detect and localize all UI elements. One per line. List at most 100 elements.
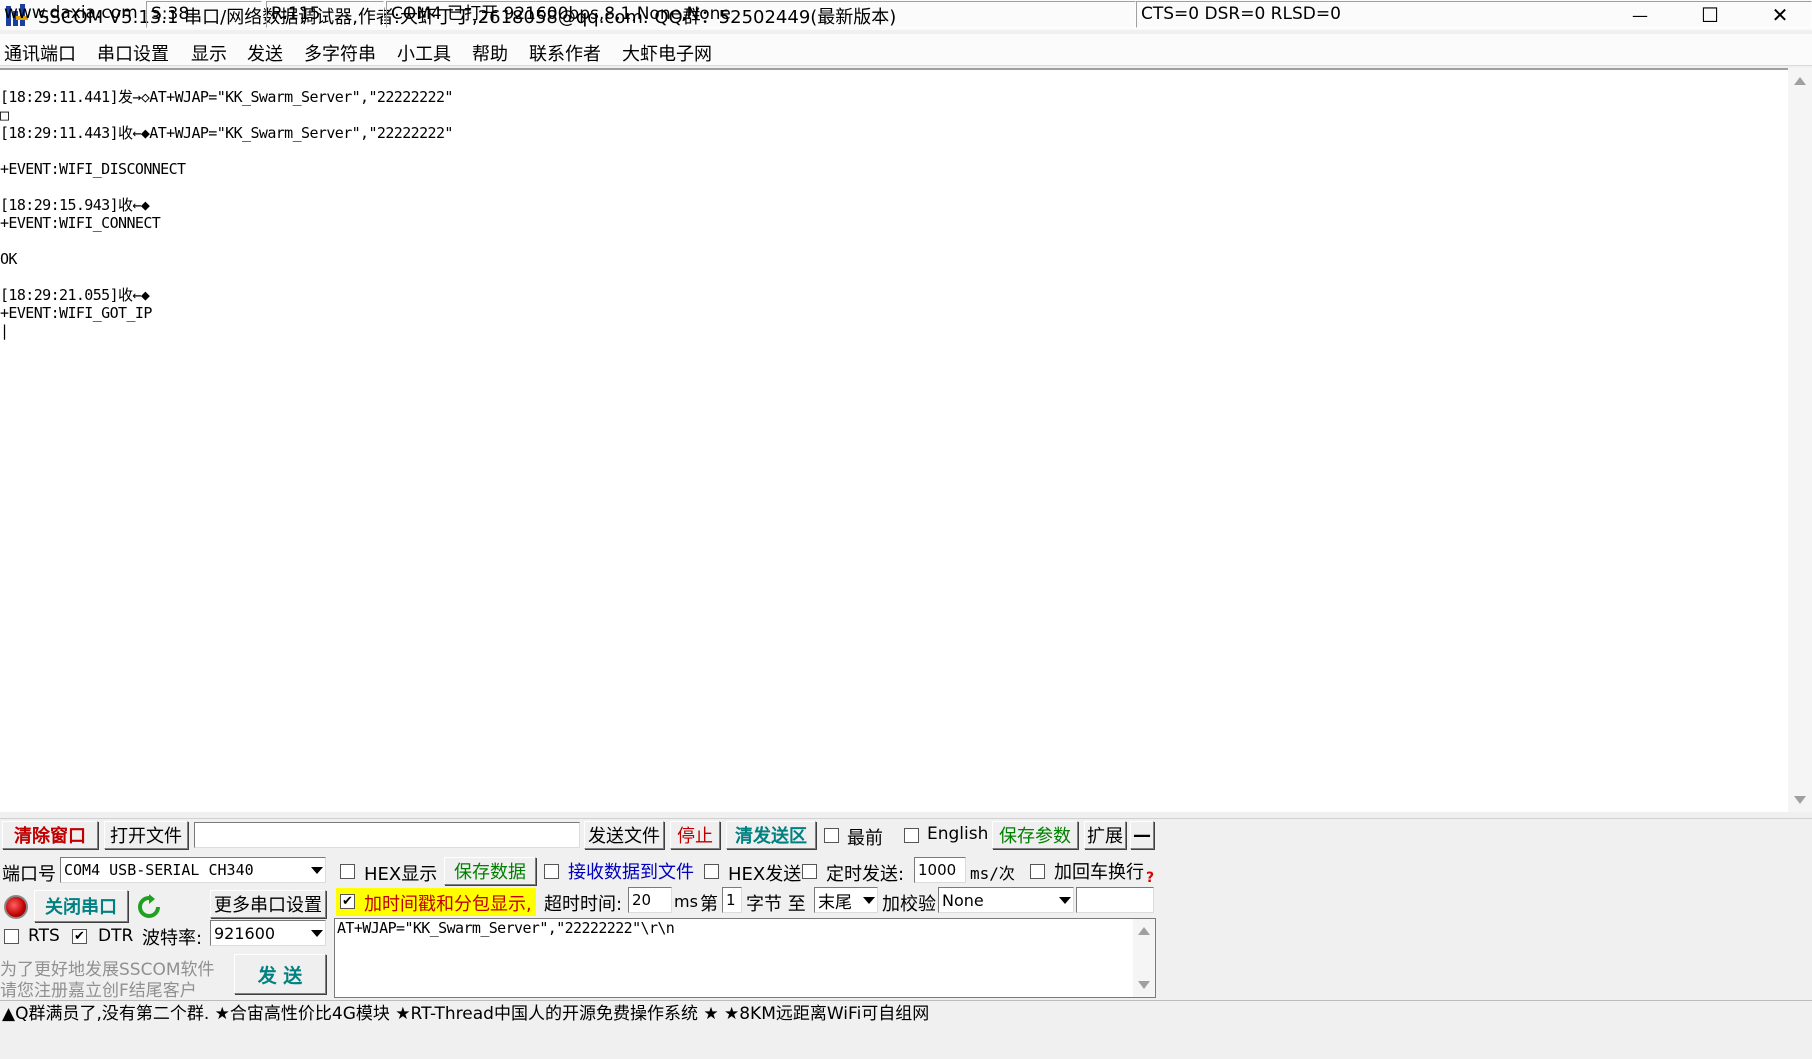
menu-tools[interactable]: 小工具 (397, 40, 451, 66)
log-line: +EVENT:WIFI_CONNECT (0, 214, 161, 232)
english-checkbox[interactable] (904, 828, 919, 843)
stop-button[interactable]: 停止 (670, 821, 720, 849)
baud-rate-value: 921600 (214, 923, 276, 943)
log-line: [18:29:11.441]发→◇AT+WJAP="KK_Swarm_Serve… (0, 88, 453, 106)
status-website[interactable]: www.daxia.com (0, 1, 144, 28)
log-line: OK (0, 250, 17, 268)
save-params-button[interactable]: 保存参数 (992, 821, 1078, 849)
clear-window-button[interactable]: 清除窗口 (2, 821, 98, 849)
receive-area[interactable]: [18:29:11.441]发→◇AT+WJAP="KK_Swarm_Serve… (0, 68, 1788, 812)
open-file-button[interactable]: 打开文件 (104, 821, 188, 849)
status-sent-count: S:38 (146, 1, 262, 28)
timeout-unit-label: ms (674, 892, 698, 911)
log-line: □ (0, 106, 9, 124)
status-port-info: COM4 已打开 921600bps,8,1,None,None (386, 1, 1136, 28)
clear-send-button[interactable]: 清发送区 (726, 821, 816, 849)
dtr-label: DTR (98, 926, 134, 946)
rts-checkbox[interactable] (4, 929, 19, 944)
menu-display[interactable]: 显示 (191, 40, 227, 66)
promo-line-2: 请您注册嘉立创F结尾客户 (0, 981, 197, 1001)
log-line: +EVENT:WIFI_DISCONNECT (0, 160, 186, 178)
menu-daxia-site[interactable]: 大虾电子网 (622, 40, 712, 66)
checksum-select[interactable]: None (938, 887, 1074, 913)
dtr-checkbox[interactable]: ✔ (72, 929, 87, 944)
more-serial-settings-button[interactable]: 更多串口设置 (210, 890, 326, 918)
chevron-down-icon (311, 930, 323, 937)
collapse-button[interactable]: — (1130, 821, 1154, 849)
byte-end-value: 末尾 (818, 892, 852, 913)
rts-label: RTS (28, 926, 60, 946)
scroll-down-icon[interactable] (1138, 981, 1150, 989)
menu-comm-port[interactable]: 通讯端口 (4, 40, 76, 66)
menu-serial-settings[interactable]: 串口设置 (97, 40, 169, 66)
timestamp-checkbox[interactable]: ✔ (340, 894, 355, 909)
byte-index-input[interactable]: 1 (722, 887, 742, 913)
scroll-up-icon[interactable] (1138, 927, 1150, 935)
timestamp-label: 加时间戳和分包显示, (364, 894, 532, 915)
status-modem-lines: CTS=0 DSR=0 RLSD=0 (1136, 1, 1812, 28)
english-label: English (927, 824, 989, 844)
byte-prefix-label: 第 (700, 894, 718, 915)
chevron-down-icon (863, 897, 875, 904)
baud-rate-select[interactable]: 921600 (210, 920, 326, 946)
status-bar (0, 1030, 1812, 1059)
log-line: | (0, 322, 9, 340)
expand-button[interactable]: 扩展 (1084, 821, 1126, 849)
hex-send-label: HEX发送 (728, 864, 802, 885)
menu-help[interactable]: 帮助 (472, 40, 508, 66)
send-text: AT+WJAP="KK_Swarm_Server","22222222"\r\n (337, 919, 675, 937)
log-line: [18:29:21.055]收←◆ (0, 286, 150, 304)
log-line: [18:29:11.443]收←◆AT+WJAP="KK_Swarm_Serve… (0, 124, 453, 142)
interval-unit-label: ms/次 (970, 864, 1015, 883)
chevron-down-icon (311, 867, 323, 874)
save-data-button[interactable]: 保存数据 (444, 857, 536, 885)
timeout-input[interactable]: 20 (628, 887, 672, 913)
checksum-label: 加校验 (882, 894, 936, 915)
log-line: [18:29:15.943]收←◆ (0, 196, 150, 214)
close-port-button[interactable]: 关闭串口 (34, 890, 128, 922)
port-select-value: COM4 USB-SERIAL CH340 (64, 861, 254, 879)
hex-send-checkbox[interactable] (704, 864, 719, 879)
file-path-input[interactable] (194, 822, 580, 848)
interval-input[interactable]: 1000 (914, 857, 966, 883)
timed-send-checkbox[interactable] (802, 864, 817, 879)
status-received-count: R:115 (266, 1, 384, 28)
checksum-result-field (1076, 887, 1154, 913)
hex-display-checkbox[interactable] (340, 864, 355, 879)
add-crlf-checkbox[interactable] (1030, 864, 1045, 879)
receive-log: [18:29:11.441]发→◇AT+WJAP="KK_Swarm_Serve… (0, 88, 453, 340)
add-crlf-label: 加回车换行 (1054, 862, 1144, 883)
menu-multi-string[interactable]: 多字符串 (304, 40, 376, 66)
receive-scrollbar[interactable] (1788, 68, 1812, 812)
port-status-led-icon (4, 895, 28, 919)
byte-suffix-label: 字节 至 (746, 894, 806, 915)
send-file-button[interactable]: 发送文件 (584, 821, 664, 849)
news-ticker[interactable]: ▲Q群满员了,没有第二个群. ★合宙高性价比4G模块 ★RT-Thread中国人… (0, 1000, 1812, 1028)
checksum-value: None (942, 890, 984, 910)
help-question-icon[interactable]: ? (1146, 870, 1154, 886)
timed-send-label: 定时发送: (826, 864, 905, 885)
log-line: +EVENT:WIFI_GOT_IP (0, 304, 152, 322)
receive-to-file-label: 接收数据到文件 (568, 862, 694, 883)
byte-end-select[interactable]: 末尾 (814, 887, 878, 913)
baud-rate-label: 波特率: (142, 928, 203, 949)
receive-to-file-checkbox[interactable] (544, 864, 559, 879)
send-scrollbar[interactable] (1133, 919, 1155, 997)
topmost-label: 最前 (847, 828, 883, 849)
port-select[interactable]: COM4 USB-SERIAL CH340 (60, 857, 326, 883)
send-textarea[interactable]: AT+WJAP="KK_Swarm_Server","22222222"\r\n (334, 918, 1156, 998)
scroll-up-icon[interactable] (1794, 77, 1806, 85)
hex-display-label: HEX显示 (364, 864, 438, 885)
port-label: 端口号 (2, 864, 56, 885)
refresh-icon[interactable] (136, 894, 162, 920)
scroll-down-icon[interactable] (1794, 796, 1806, 804)
menu-send[interactable]: 发送 (247, 40, 283, 66)
timeout-label: 超时时间: (544, 894, 623, 915)
send-button[interactable]: 发 送 (234, 954, 326, 994)
menu-contact-author[interactable]: 联系作者 (529, 40, 601, 66)
topmost-checkbox[interactable] (824, 828, 839, 843)
